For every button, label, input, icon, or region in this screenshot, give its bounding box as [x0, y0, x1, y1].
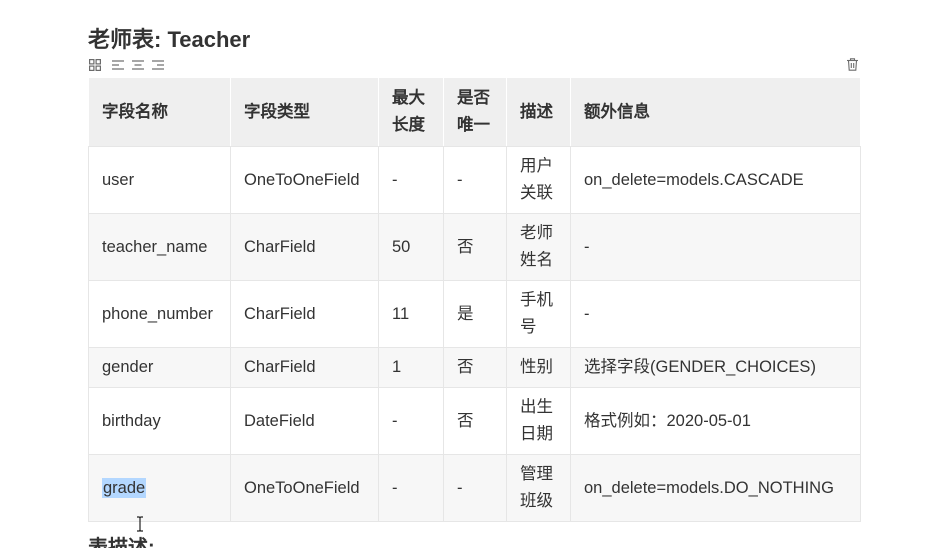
table-title[interactable]: 老师表: Teacher	[88, 25, 250, 55]
table-body: user OneToOneField - - 用户关联 on_delete=mo…	[88, 146, 861, 522]
cell-field-type[interactable]: DateField	[230, 387, 379, 455]
cell-field-type[interactable]: CharField	[230, 213, 379, 281]
cell-extra-info[interactable]: on_delete=models.DO_NOTHING	[570, 454, 861, 522]
header-cell-unique[interactable]: 是否唯一	[443, 77, 507, 147]
table-row: phone_number CharField 11 是 手机号 -	[88, 280, 861, 348]
cell-unique[interactable]: 否	[443, 387, 507, 455]
cell-max-length[interactable]: -	[378, 454, 444, 522]
cell-field-name[interactable]: phone_number	[88, 280, 231, 348]
cell-field-type[interactable]: CharField	[230, 347, 379, 388]
cell-max-length[interactable]: -	[378, 146, 444, 214]
cell-max-length[interactable]: -	[378, 387, 444, 455]
cell-description[interactable]: 管理班级	[506, 454, 571, 522]
cell-field-name[interactable]: teacher_name	[88, 213, 231, 281]
cell-extra-info[interactable]: -	[570, 213, 861, 281]
cell-field-type[interactable]: OneToOneField	[230, 454, 379, 522]
fields-table: 字段名称 字段类型 最大长度 是否唯一 描述 额外信息 user OneToOn…	[88, 77, 861, 522]
cell-max-length[interactable]: 11	[378, 280, 444, 348]
cell-description[interactable]: 出生日期	[506, 387, 571, 455]
cell-max-length[interactable]: 50	[378, 213, 444, 281]
cell-unique[interactable]: -	[443, 146, 507, 214]
cell-unique[interactable]: -	[443, 454, 507, 522]
cell-unique[interactable]: 是	[443, 280, 507, 348]
header-cell-description[interactable]: 描述	[506, 77, 571, 147]
selected-text[interactable]: grade	[102, 477, 147, 498]
trash-icon[interactable]	[847, 58, 858, 71]
header-cell-field-type[interactable]: 字段类型	[230, 77, 379, 147]
header-cell-extra-info[interactable]: 额外信息	[570, 77, 861, 147]
cell-unique[interactable]: 否	[443, 347, 507, 388]
table-row: user OneToOneField - - 用户关联 on_delete=mo…	[88, 146, 861, 214]
cell-field-name[interactable]: user	[88, 146, 231, 214]
cell-unique[interactable]: 否	[443, 213, 507, 281]
cell-field-type[interactable]: CharField	[230, 280, 379, 348]
table-row: grade OneToOneField - - 管理班级 on_delete=m…	[88, 454, 861, 522]
cell-description[interactable]: 性别	[506, 347, 571, 388]
table-header: 字段名称 字段类型 最大长度 是否唯一 描述 额外信息	[88, 77, 861, 147]
cell-field-name[interactable]: birthday	[88, 387, 231, 455]
cell-extra-info[interactable]: on_delete=models.CASCADE	[570, 146, 861, 214]
table-header-row: 字段名称 字段类型 最大长度 是否唯一 描述 额外信息	[88, 77, 861, 147]
table-row: gender CharField 1 否 性别 选择字段(GENDER_CHOI…	[88, 347, 861, 388]
table-grid-icon[interactable]	[89, 59, 101, 71]
header-cell-field-name[interactable]: 字段名称	[88, 77, 231, 147]
cell-description[interactable]: 老师姓名	[506, 213, 571, 281]
cell-extra-info[interactable]: 选择字段(GENDER_CHOICES)	[570, 347, 861, 388]
cell-extra-info[interactable]: -	[570, 280, 861, 348]
header-cell-max-length[interactable]: 最大长度	[378, 77, 444, 147]
cell-max-length[interactable]: 1	[378, 347, 444, 388]
cell-description[interactable]: 手机号	[506, 280, 571, 348]
cell-extra-info[interactable]: 格式例如：2020-05-01	[570, 387, 861, 455]
align-left-icon[interactable]	[112, 59, 124, 71]
table-row: birthday DateField - 否 出生日期 格式例如：2020-05…	[88, 387, 861, 455]
align-right-icon[interactable]	[152, 59, 164, 71]
cell-field-type[interactable]: OneToOneField	[230, 146, 379, 214]
align-center-icon[interactable]	[132, 59, 144, 71]
cell-field-name[interactable]: grade	[88, 454, 231, 522]
cell-description[interactable]: 用户关联	[506, 146, 571, 214]
table-row: teacher_name CharField 50 否 老师姓名 -	[88, 213, 861, 281]
next-section-heading[interactable]: 表描述:	[88, 536, 155, 548]
cell-field-name[interactable]: gender	[88, 347, 231, 388]
